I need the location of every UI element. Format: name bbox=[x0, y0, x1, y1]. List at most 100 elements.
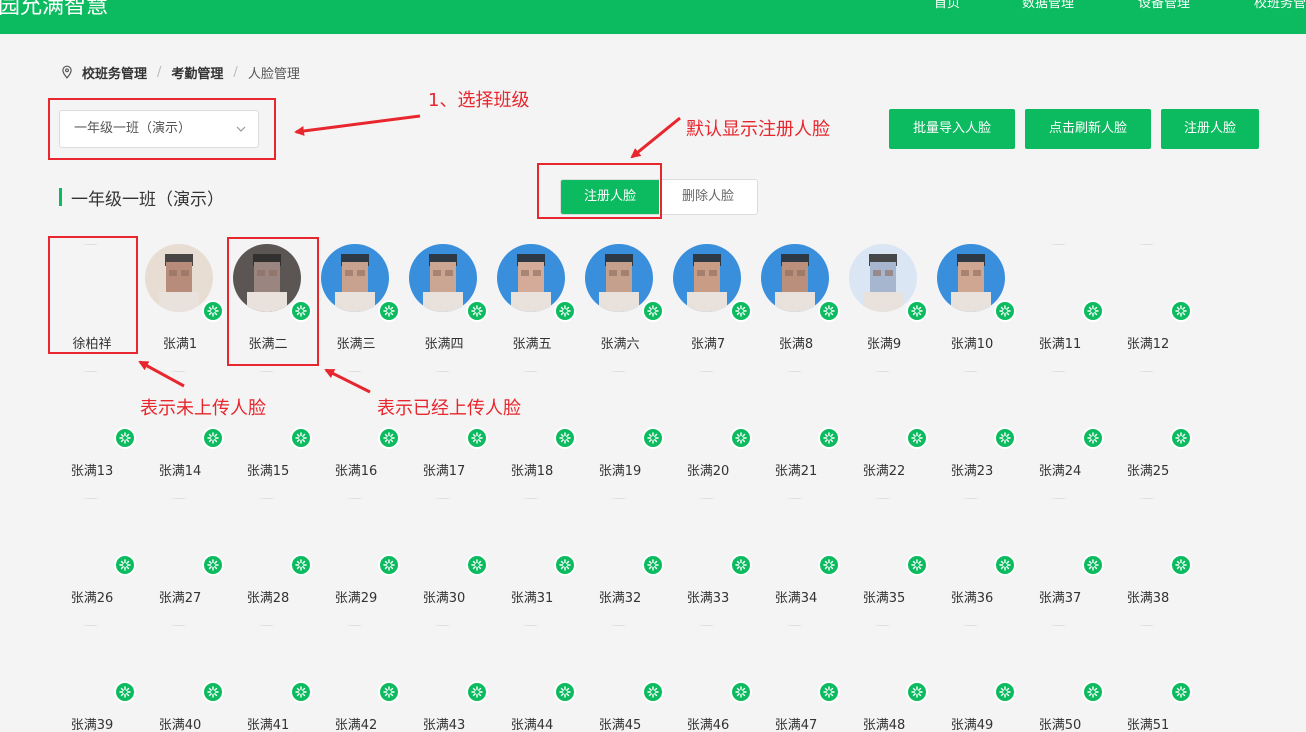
student-photo bbox=[585, 498, 653, 566]
nav-school-affairs[interactable]: 校班务管 bbox=[1254, 0, 1306, 16]
face-status-icon bbox=[730, 427, 752, 449]
student-card[interactable]: 张满四 bbox=[400, 237, 488, 355]
face-status-icon bbox=[994, 681, 1016, 703]
refresh-faces-button[interactable]: 点击刷新人脸 bbox=[1025, 109, 1151, 149]
student-card[interactable]: 张满27 bbox=[136, 491, 224, 609]
student-card[interactable]: 张满22 bbox=[840, 364, 928, 482]
student-photo bbox=[849, 244, 917, 312]
breadcrumb: 校班务管理 / 考勤管理 / 人脸管理 bbox=[60, 62, 300, 82]
student-card[interactable]: 张满45 bbox=[576, 618, 664, 732]
nav-data-management[interactable]: 数据管理 bbox=[1022, 0, 1074, 16]
student-card[interactable]: 张满8 bbox=[752, 237, 840, 355]
face-status-icon bbox=[730, 300, 752, 322]
student-name: 张满16 bbox=[334, 464, 378, 479]
student-card[interactable]: 张满15 bbox=[224, 364, 312, 482]
student-card[interactable]: 张满17 bbox=[400, 364, 488, 482]
student-card[interactable]: 张满40 bbox=[136, 618, 224, 732]
student-card[interactable]: 张满六 bbox=[576, 237, 664, 355]
student-card[interactable]: 张满41 bbox=[224, 618, 312, 732]
student-card[interactable]: 张满47 bbox=[752, 618, 840, 732]
student-photo bbox=[1025, 498, 1093, 566]
breadcrumb-attendance[interactable]: 考勤管理 bbox=[171, 63, 223, 82]
student-card[interactable]: 张满46 bbox=[664, 618, 752, 732]
arrow-default-registered bbox=[630, 116, 681, 159]
student-card[interactable]: 张满49 bbox=[928, 618, 1016, 732]
student-card[interactable]: 张满43 bbox=[400, 618, 488, 732]
face-status-icon bbox=[730, 681, 752, 703]
student-card[interactable]: 张满37 bbox=[1016, 491, 1104, 609]
student-card[interactable]: 张满18 bbox=[488, 364, 576, 482]
student-card[interactable]: 张满1 bbox=[136, 237, 224, 355]
student-name: 张满8 bbox=[778, 337, 814, 352]
breadcrumb-separator: / bbox=[233, 64, 238, 80]
student-card[interactable]: 张满9 bbox=[840, 237, 928, 355]
student-card[interactable]: 张满38 bbox=[1104, 491, 1192, 609]
student-card[interactable]: 张满三 bbox=[312, 237, 400, 355]
tab-deleted-faces[interactable]: 删除人脸 bbox=[659, 180, 757, 214]
student-card[interactable]: 张满28 bbox=[224, 491, 312, 609]
annotation-box-select bbox=[48, 98, 276, 160]
student-photo bbox=[497, 244, 565, 312]
student-photo bbox=[1025, 244, 1093, 312]
face-status-icon bbox=[114, 554, 136, 576]
student-name: 张满35 bbox=[862, 591, 906, 606]
face-status-icon bbox=[466, 554, 488, 576]
student-card[interactable]: 张满20 bbox=[664, 364, 752, 482]
student-card[interactable]: 张满30 bbox=[400, 491, 488, 609]
student-name: 张满18 bbox=[510, 464, 554, 479]
student-card[interactable]: 张满16 bbox=[312, 364, 400, 482]
student-card[interactable]: 张满26 bbox=[48, 491, 136, 609]
face-status-icon bbox=[818, 681, 840, 703]
student-name: 张满20 bbox=[686, 464, 730, 479]
student-card[interactable]: 张满14 bbox=[136, 364, 224, 482]
student-name: 张满11 bbox=[1038, 337, 1082, 352]
student-card[interactable]: 张满34 bbox=[752, 491, 840, 609]
student-card[interactable]: 张满五 bbox=[488, 237, 576, 355]
student-card[interactable]: 张满48 bbox=[840, 618, 928, 732]
student-photo bbox=[145, 244, 213, 312]
student-card[interactable]: 张满51 bbox=[1104, 618, 1192, 732]
batch-import-button[interactable]: 批量导入人脸 bbox=[889, 109, 1015, 149]
face-status-icon bbox=[1082, 681, 1104, 703]
student-card[interactable]: 张满7 bbox=[664, 237, 752, 355]
nav-device-management[interactable]: 设备管理 bbox=[1138, 0, 1190, 16]
student-card[interactable]: 张满11 bbox=[1016, 237, 1104, 355]
student-card[interactable]: 张满10 bbox=[928, 237, 1016, 355]
student-name: 张满27 bbox=[158, 591, 202, 606]
student-card[interactable]: 张满39 bbox=[48, 618, 136, 732]
student-name: 张满10 bbox=[950, 337, 994, 352]
student-card[interactable]: 张满35 bbox=[840, 491, 928, 609]
student-card[interactable]: 张满32 bbox=[576, 491, 664, 609]
student-card[interactable]: 张满23 bbox=[928, 364, 1016, 482]
student-card[interactable]: 张满31 bbox=[488, 491, 576, 609]
student-photo bbox=[673, 498, 741, 566]
student-photo bbox=[321, 498, 389, 566]
student-card[interactable]: 张满13 bbox=[48, 364, 136, 482]
student-photo bbox=[761, 244, 829, 312]
student-card[interactable]: 张满12 bbox=[1104, 237, 1192, 355]
student-card[interactable]: 张满29 bbox=[312, 491, 400, 609]
student-name: 张满47 bbox=[774, 718, 818, 732]
student-name: 张满22 bbox=[862, 464, 906, 479]
annotation-select-class: 1、选择班级 bbox=[428, 90, 530, 111]
student-card[interactable]: 张满33 bbox=[664, 491, 752, 609]
student-name: 张满46 bbox=[686, 718, 730, 732]
student-card[interactable]: 张满24 bbox=[1016, 364, 1104, 482]
student-card[interactable]: 张满42 bbox=[312, 618, 400, 732]
face-status-icon bbox=[466, 681, 488, 703]
nav-home[interactable]: 首页 bbox=[934, 0, 960, 16]
student-card[interactable]: 张满25 bbox=[1104, 364, 1192, 482]
student-card[interactable]: 张满21 bbox=[752, 364, 840, 482]
annotation-not-uploaded: 表示未上传人脸 bbox=[140, 398, 266, 419]
student-photo bbox=[673, 244, 741, 312]
face-status-icon bbox=[378, 681, 400, 703]
student-card[interactable]: 张满36 bbox=[928, 491, 1016, 609]
face-status-icon bbox=[994, 300, 1016, 322]
breadcrumb-school-affairs[interactable]: 校班务管理 bbox=[82, 63, 147, 82]
student-card[interactable]: 张满50 bbox=[1016, 618, 1104, 732]
student-photo bbox=[761, 625, 829, 693]
register-face-button[interactable]: 注册人脸 bbox=[1161, 109, 1259, 149]
student-card[interactable]: 张满44 bbox=[488, 618, 576, 732]
student-name: 张满15 bbox=[246, 464, 290, 479]
student-card[interactable]: 张满19 bbox=[576, 364, 664, 482]
